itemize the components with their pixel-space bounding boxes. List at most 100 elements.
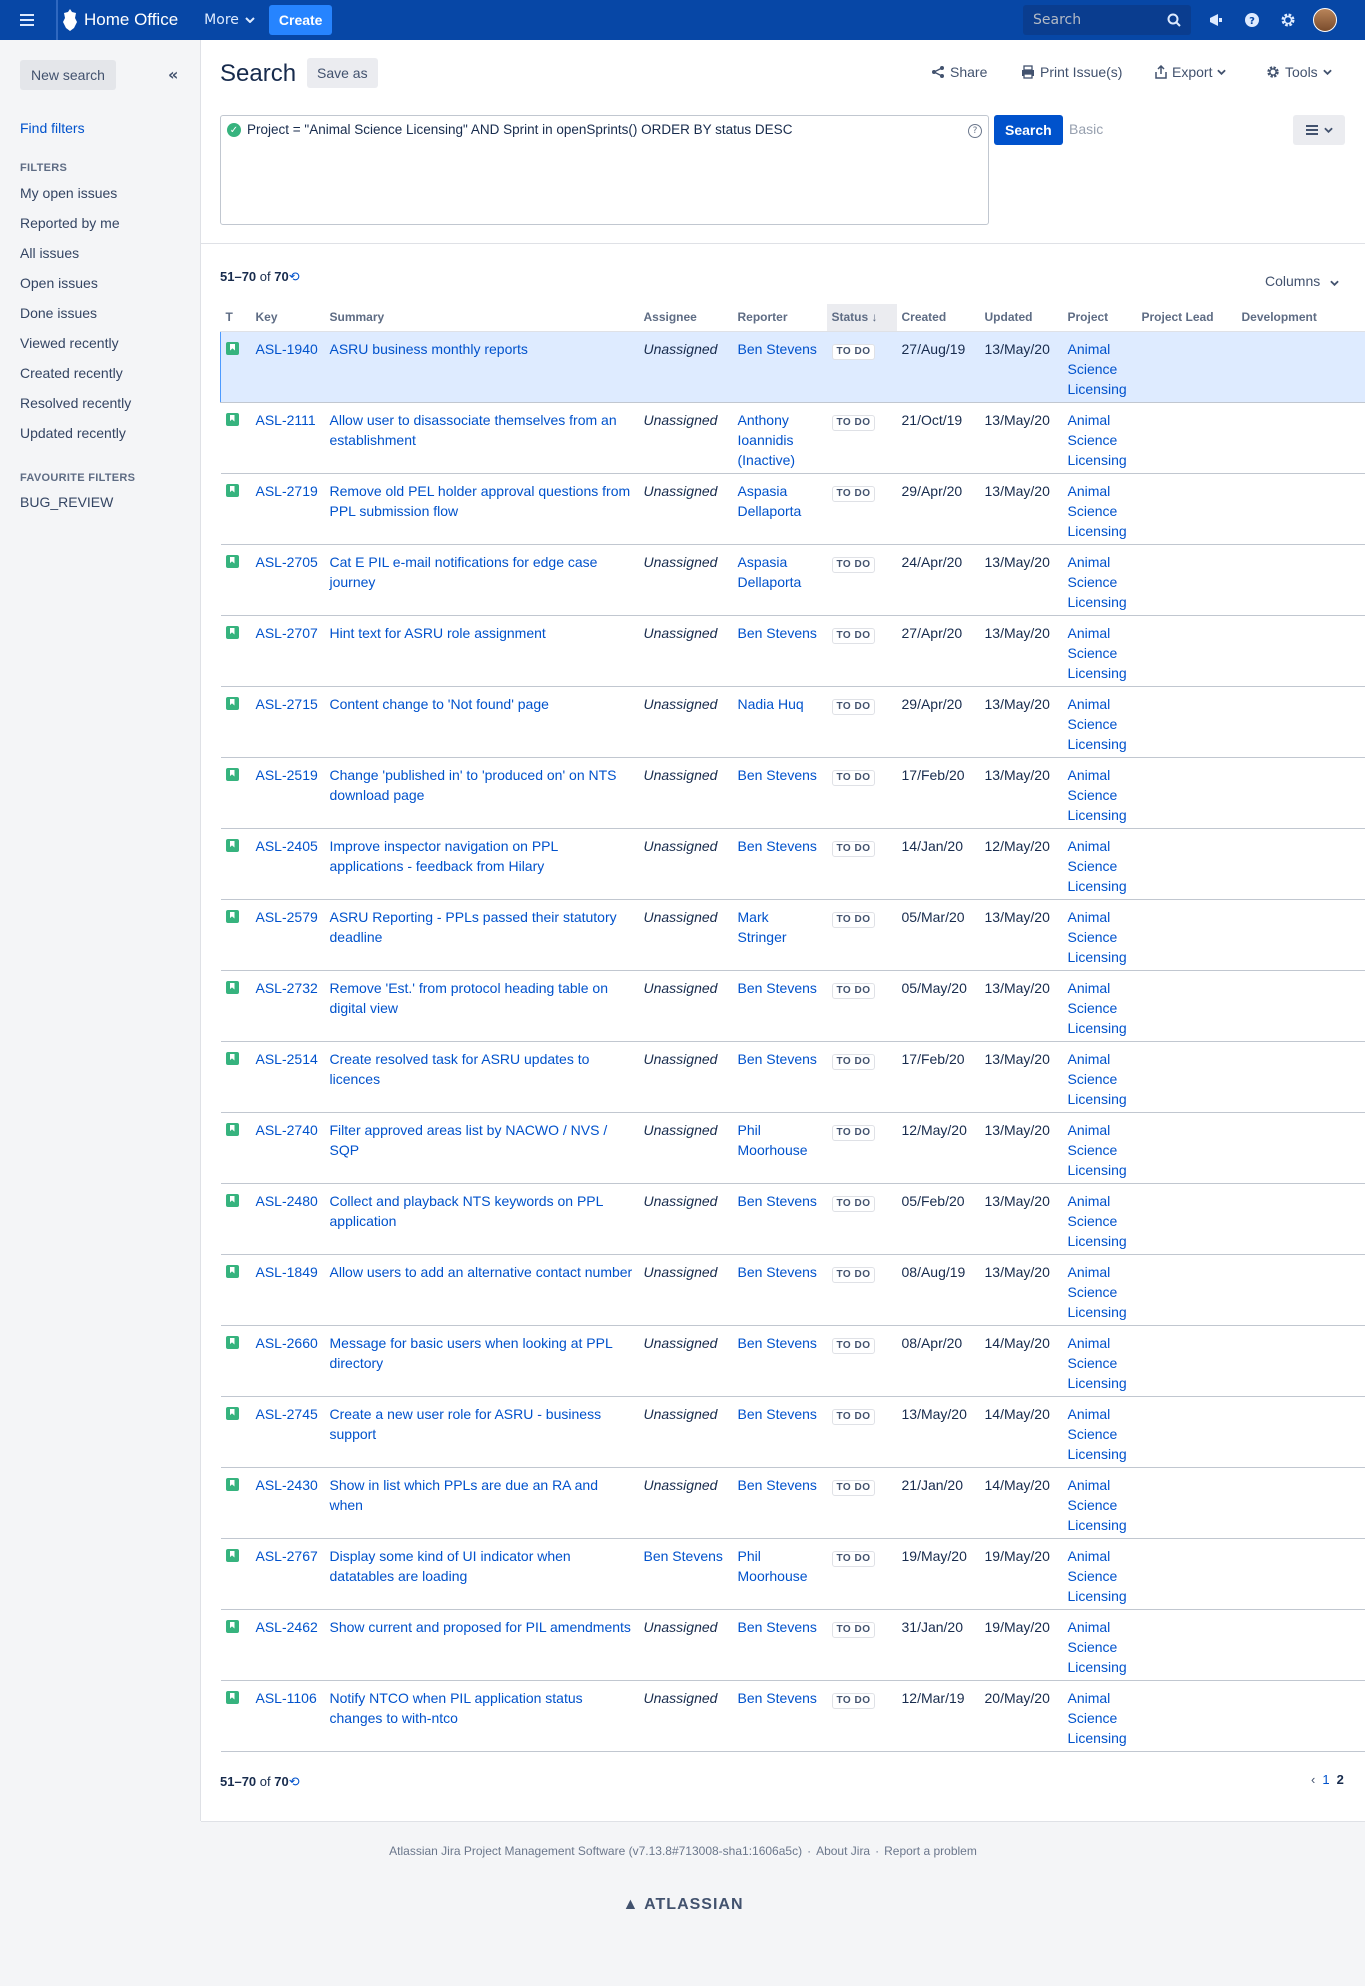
reporter[interactable]: Ben Stevens	[738, 1193, 817, 1209]
col-status[interactable]: Status ↓	[826, 304, 897, 332]
reporter[interactable]: Ben Stevens	[738, 980, 817, 996]
project-link[interactable]: Animal Science Licensing	[1068, 1406, 1127, 1462]
page-1-link[interactable]: 1	[1322, 1772, 1329, 1787]
issue-key[interactable]: ASL-2745	[256, 1406, 318, 1422]
refresh-icon[interactable]: ⟲	[289, 1774, 300, 1789]
issue-summary[interactable]: Message for basic users when looking at …	[330, 1335, 613, 1371]
issue-key[interactable]: ASL-1849	[256, 1264, 318, 1280]
project-link[interactable]: Animal Science Licensing	[1068, 838, 1127, 894]
issue-key[interactable]: ASL-2719	[256, 483, 318, 499]
announcement-icon[interactable]	[1205, 9, 1227, 31]
new-search-button[interactable]: New search	[20, 60, 116, 90]
save-as-button[interactable]: Save as	[307, 58, 378, 88]
table-row[interactable]: ASL-2462 Show current and proposed for PI…	[220, 1609, 1365, 1681]
project-link[interactable]: Animal Science Licensing	[1068, 1122, 1127, 1178]
export-button[interactable]: Export	[1155, 64, 1227, 80]
table-row[interactable]: ASL-2715 Content change to 'Not found' pa…	[220, 686, 1365, 758]
previous-page-icon[interactable]: ‹	[1311, 1772, 1315, 1787]
issue-key[interactable]: ASL-2430	[256, 1477, 318, 1493]
issue-summary[interactable]: Create a new user role for ASRU - busine…	[330, 1406, 602, 1442]
table-row[interactable]: ASL-2430 Show in list which PPLs are due …	[220, 1467, 1365, 1539]
reporter[interactable]: Ben Stevens	[738, 1690, 817, 1706]
refresh-icon[interactable]: ⟲	[289, 269, 300, 284]
project-link[interactable]: Animal Science Licensing	[1068, 1335, 1127, 1391]
table-row[interactable]: ASL-1106 Notify NTCO when PIL application…	[220, 1680, 1365, 1752]
reporter[interactable]: Ben Stevens	[738, 1406, 817, 1422]
favourite-filter-bug-review[interactable]: BUG_REVIEW	[20, 494, 113, 510]
reporter[interactable]: Anthony Ioannidis (Inactive)	[738, 412, 796, 468]
issue-summary[interactable]: Display some kind of UI indicator when d…	[330, 1548, 571, 1584]
issue-key[interactable]: ASL-2767	[256, 1548, 318, 1564]
project-link[interactable]: Animal Science Licensing	[1068, 554, 1127, 610]
issue-key[interactable]: ASL-2715	[256, 696, 318, 712]
table-row[interactable]: ASL-2514 Create resolved task for ASRU up…	[220, 1041, 1365, 1113]
issue-key[interactable]: ASL-2480	[256, 1193, 318, 1209]
tools-button[interactable]: Tools	[1266, 64, 1332, 80]
table-row[interactable]: ASL-2740 Filter approved areas list by NA…	[220, 1112, 1365, 1184]
issue-summary[interactable]: Content change to 'Not found' page	[330, 696, 549, 712]
issue-summary[interactable]: Allow users to add an alternative contac…	[330, 1264, 633, 1280]
issue-summary[interactable]: Remove 'Est.' from protocol heading tabl…	[330, 980, 609, 1016]
assignee[interactable]: Ben Stevens	[644, 1548, 723, 1564]
reporter[interactable]: Phil Moorhouse	[738, 1122, 808, 1158]
table-row[interactable]: ASL-2719 Remove old PEL holder approval q…	[220, 473, 1365, 545]
project-link[interactable]: Animal Science Licensing	[1068, 483, 1127, 539]
project-link[interactable]: Animal Science Licensing	[1068, 341, 1127, 397]
home-office-logo[interactable]: Home Office	[56, 0, 186, 40]
col-assignee[interactable]: Assignee	[638, 304, 733, 332]
reporter[interactable]: Aspasia Dellaporta	[738, 483, 802, 519]
project-link[interactable]: Animal Science Licensing	[1068, 1690, 1127, 1746]
issue-summary[interactable]: Show in list which PPLs are due an RA an…	[330, 1477, 599, 1513]
reporter[interactable]: Phil Moorhouse	[738, 1548, 808, 1584]
project-link[interactable]: Animal Science Licensing	[1068, 625, 1127, 681]
reporter[interactable]: Ben Stevens	[738, 1051, 817, 1067]
table-row[interactable]: ASL-1849 Allow users to add an alternativ…	[220, 1254, 1365, 1326]
project-link[interactable]: Animal Science Licensing	[1068, 1264, 1127, 1320]
filter-viewed-recently[interactable]: Viewed recently	[20, 335, 119, 351]
issue-summary[interactable]: Cat E PIL e-mail notifications for edge …	[330, 554, 598, 590]
table-row[interactable]: ASL-2705 Cat E PIL e-mail notifications f…	[220, 544, 1365, 616]
more-menu[interactable]: More	[204, 12, 255, 28]
issue-key[interactable]: ASL-2732	[256, 980, 318, 996]
filter-my-open-issues[interactable]: My open issues	[20, 185, 117, 201]
table-row[interactable]: ASL-2660 Message for basic users when loo…	[220, 1325, 1365, 1397]
reporter[interactable]: Ben Stevens	[738, 341, 817, 357]
project-link[interactable]: Animal Science Licensing	[1068, 412, 1127, 468]
table-row[interactable]: ASL-2767 Display some kind of UI indicato…	[220, 1538, 1365, 1610]
create-button[interactable]: Create	[268, 5, 333, 35]
project-link[interactable]: Animal Science Licensing	[1068, 980, 1127, 1036]
reporter[interactable]: Ben Stevens	[738, 625, 817, 641]
issue-key[interactable]: ASL-2514	[256, 1051, 318, 1067]
issue-key[interactable]: ASL-2519	[256, 767, 318, 783]
search-button[interactable]: Search	[994, 115, 1063, 145]
project-link[interactable]: Animal Science Licensing	[1068, 696, 1127, 752]
filter-done-issues[interactable]: Done issues	[20, 305, 97, 321]
col-key[interactable]: Key	[250, 304, 325, 332]
global-search-input[interactable]: Search	[1023, 5, 1191, 35]
project-link[interactable]: Animal Science Licensing	[1068, 1193, 1127, 1249]
issue-summary[interactable]: Collect and playback NTS keywords on PPL…	[330, 1193, 603, 1229]
basic-search-link[interactable]: Basic	[1069, 121, 1103, 137]
issue-key[interactable]: ASL-2740	[256, 1122, 318, 1138]
issue-key[interactable]: ASL-2705	[256, 554, 318, 570]
table-row[interactable]: ASL-2519 Change 'published in' to 'produc…	[220, 757, 1365, 829]
avatar[interactable]	[1313, 8, 1337, 32]
help-icon[interactable]: ?	[968, 124, 982, 138]
issue-key[interactable]: ASL-2707	[256, 625, 318, 641]
issue-summary[interactable]: Change 'published in' to 'produced on' o…	[330, 767, 617, 803]
reporter[interactable]: Ben Stevens	[738, 838, 817, 854]
reporter[interactable]: Nadia Huq	[738, 696, 804, 712]
table-row[interactable]: ASL-2480 Collect and playback NTS keyword…	[220, 1183, 1365, 1255]
issue-key[interactable]: ASL-2660	[256, 1335, 318, 1351]
col-created[interactable]: Created	[896, 304, 980, 332]
issue-summary[interactable]: Improve inspector navigation on PPL appl…	[330, 838, 558, 874]
col-development[interactable]: Development	[1236, 304, 1365, 332]
about-jira-link[interactable]: About Jira	[816, 1844, 870, 1858]
issue-summary[interactable]: Hint text for ASRU role assignment	[330, 625, 546, 641]
col-type[interactable]: T	[220, 304, 251, 332]
share-button[interactable]: Share	[931, 64, 987, 80]
issue-summary[interactable]: ASRU Reporting - PPLs passed their statu…	[330, 909, 617, 945]
view-selector[interactable]	[1293, 115, 1345, 145]
project-link[interactable]: Animal Science Licensing	[1068, 1051, 1127, 1107]
table-row[interactable]: ASL-2707 Hint text for ASRU role assignme…	[220, 615, 1365, 687]
